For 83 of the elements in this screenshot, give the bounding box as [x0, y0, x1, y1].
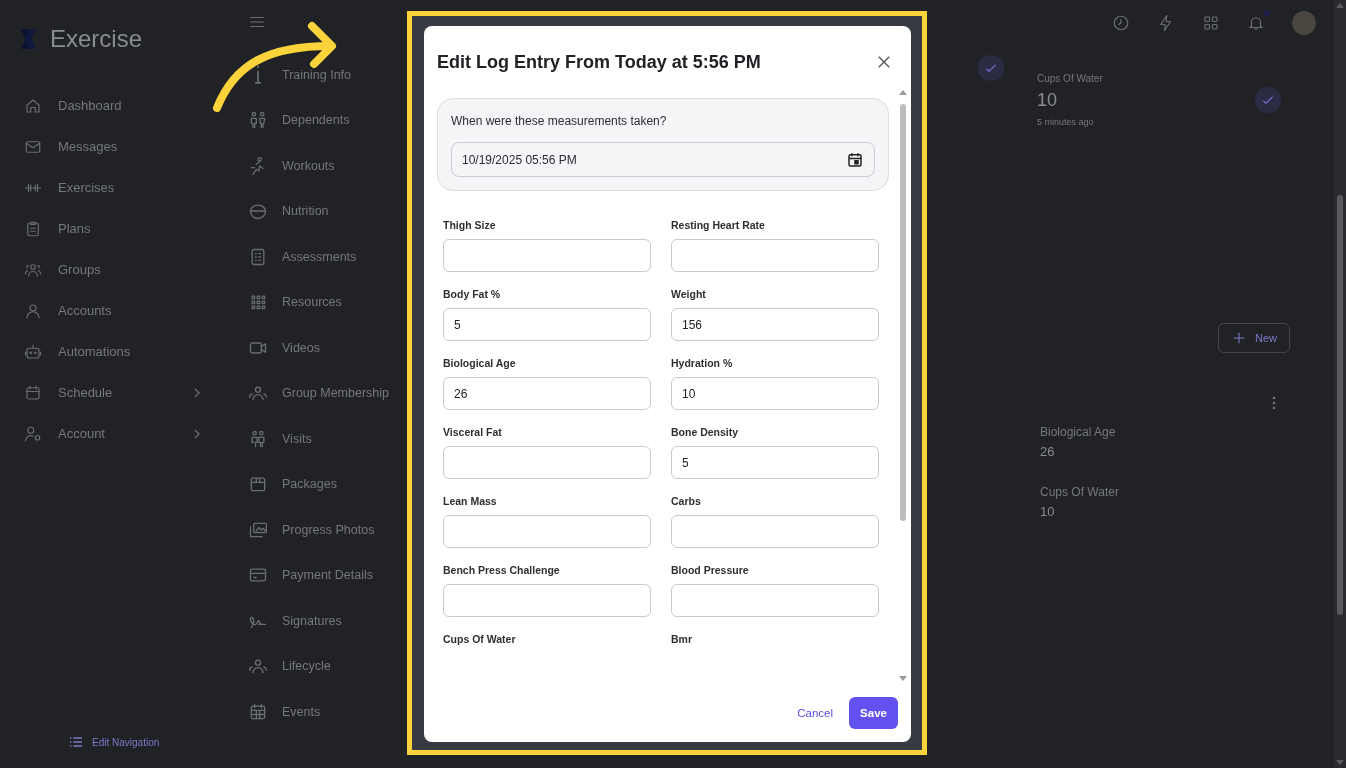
- check-icon: [978, 55, 1004, 81]
- check-icon: [1255, 87, 1281, 113]
- new-button[interactable]: New: [1218, 323, 1290, 353]
- calendar-icon: [24, 383, 42, 402]
- subnav-item[interactable]: Nutrition: [248, 188, 410, 234]
- input-field[interactable]: [443, 239, 651, 272]
- subnav-item[interactable]: Payment Details: [248, 552, 410, 598]
- subnav-item[interactable]: Progress Photos: [248, 507, 410, 553]
- robot-icon: [24, 342, 42, 361]
- field-label: Carbs: [671, 495, 702, 507]
- detail-label: Cups Of Water: [1040, 485, 1120, 499]
- subnav-item[interactable]: Dependents: [248, 97, 410, 143]
- field-label: Body Fat %: [443, 288, 502, 300]
- calendar-icon: [248, 701, 268, 722]
- person-gear-icon: [24, 424, 42, 443]
- subnav-item[interactable]: Training Info: [248, 52, 410, 98]
- input-field[interactable]: 156: [671, 308, 879, 341]
- plus-icon: [1231, 330, 1247, 346]
- field-label: Visceral Fat: [443, 426, 503, 438]
- page-scrollbar[interactable]: [1334, 0, 1346, 768]
- input-field[interactable]: [443, 584, 651, 617]
- input-field[interactable]: 5: [443, 308, 651, 341]
- input-field[interactable]: [671, 584, 879, 617]
- sidebar-item[interactable]: Automations: [24, 331, 229, 372]
- field-label: Resting Heart Rate: [671, 219, 766, 231]
- edit-navigation-link[interactable]: Edit Navigation: [68, 734, 229, 750]
- input-field[interactable]: [443, 446, 651, 479]
- clipboard-icon: [24, 219, 42, 238]
- calendar-icon[interactable]: [846, 150, 864, 169]
- clock-icon: [1112, 14, 1130, 32]
- field-label: Thigh Size: [443, 219, 497, 231]
- field-label: Cups Of Water: [443, 633, 517, 645]
- subnav-item[interactable]: Workouts: [248, 143, 410, 189]
- field-label: Hydration %: [671, 357, 734, 369]
- sidebar-item[interactable]: Messages: [24, 126, 229, 167]
- input-field[interactable]: [443, 515, 651, 548]
- notification-dot: [1264, 11, 1269, 16]
- field-label: Bench Press Challenge: [443, 564, 561, 576]
- date-question: When were these measurements taken?: [451, 114, 668, 128]
- bell-icon: [1247, 14, 1265, 32]
- subnav-item[interactable]: Packages: [248, 461, 410, 507]
- date-field[interactable]: 10/19/2025 05:56 PM: [451, 142, 875, 177]
- list-icon: [68, 734, 84, 750]
- input-field[interactable]: [671, 239, 879, 272]
- sidebar-item[interactable]: Exercises: [24, 167, 229, 208]
- person-icon: [24, 301, 42, 320]
- subnav-item[interactable]: Signatures: [248, 598, 410, 644]
- field-label: Bone Density: [671, 426, 740, 438]
- sidebar-item[interactable]: Schedule: [24, 372, 229, 413]
- subnav-item[interactable]: Assessments: [248, 234, 410, 280]
- detail-value: 26: [1040, 444, 1056, 459]
- subnav-item[interactable]: Lifecycle: [248, 643, 410, 689]
- app-logo-text: Exercise: [50, 25, 143, 53]
- dialog-title: Edit Log Entry From Today at 5:56 PM: [437, 51, 761, 73]
- avatar[interactable]: [1292, 11, 1316, 35]
- detail-label: Biological Age: [1040, 425, 1117, 439]
- field-label: Biological Age: [443, 357, 517, 369]
- field-label: Weight: [671, 288, 707, 300]
- subnav-item[interactable]: Events: [248, 689, 410, 735]
- sidebar-item[interactable]: Plans: [24, 208, 229, 249]
- apps-grid-icon: [1202, 14, 1220, 32]
- input-field[interactable]: 5: [671, 446, 879, 479]
- sidebar-item[interactable]: Groups: [24, 249, 229, 290]
- save-button[interactable]: Save: [849, 697, 898, 729]
- cancel-button[interactable]: Cancel: [793, 703, 837, 723]
- sidebar-item[interactable]: Dashboard: [24, 85, 229, 126]
- stat-label: Cups Of Water: [1037, 73, 1104, 84]
- subnav-item[interactable]: Videos: [248, 325, 410, 371]
- family-icon: [248, 110, 268, 131]
- subnav-item[interactable]: Visits: [248, 416, 410, 462]
- subnav-item[interactable]: Group Membership: [248, 370, 410, 416]
- field-label: Bmr: [671, 633, 693, 645]
- input-field[interactable]: 10: [671, 377, 879, 410]
- field-label: Lean Mass: [443, 495, 498, 507]
- subnav-item[interactable]: Resources: [248, 279, 410, 325]
- input-field[interactable]: 26: [443, 377, 651, 410]
- stat-time: 5 minutes ago: [1037, 117, 1095, 127]
- sidebar-item[interactable]: Accounts: [24, 290, 229, 331]
- input-field[interactable]: [671, 515, 879, 548]
- field-label: Blood Pressure: [671, 564, 750, 576]
- detail-value: 10: [1040, 504, 1056, 519]
- stat-value: 10: [1037, 90, 1059, 111]
- sidebar-item[interactable]: Account: [24, 413, 229, 454]
